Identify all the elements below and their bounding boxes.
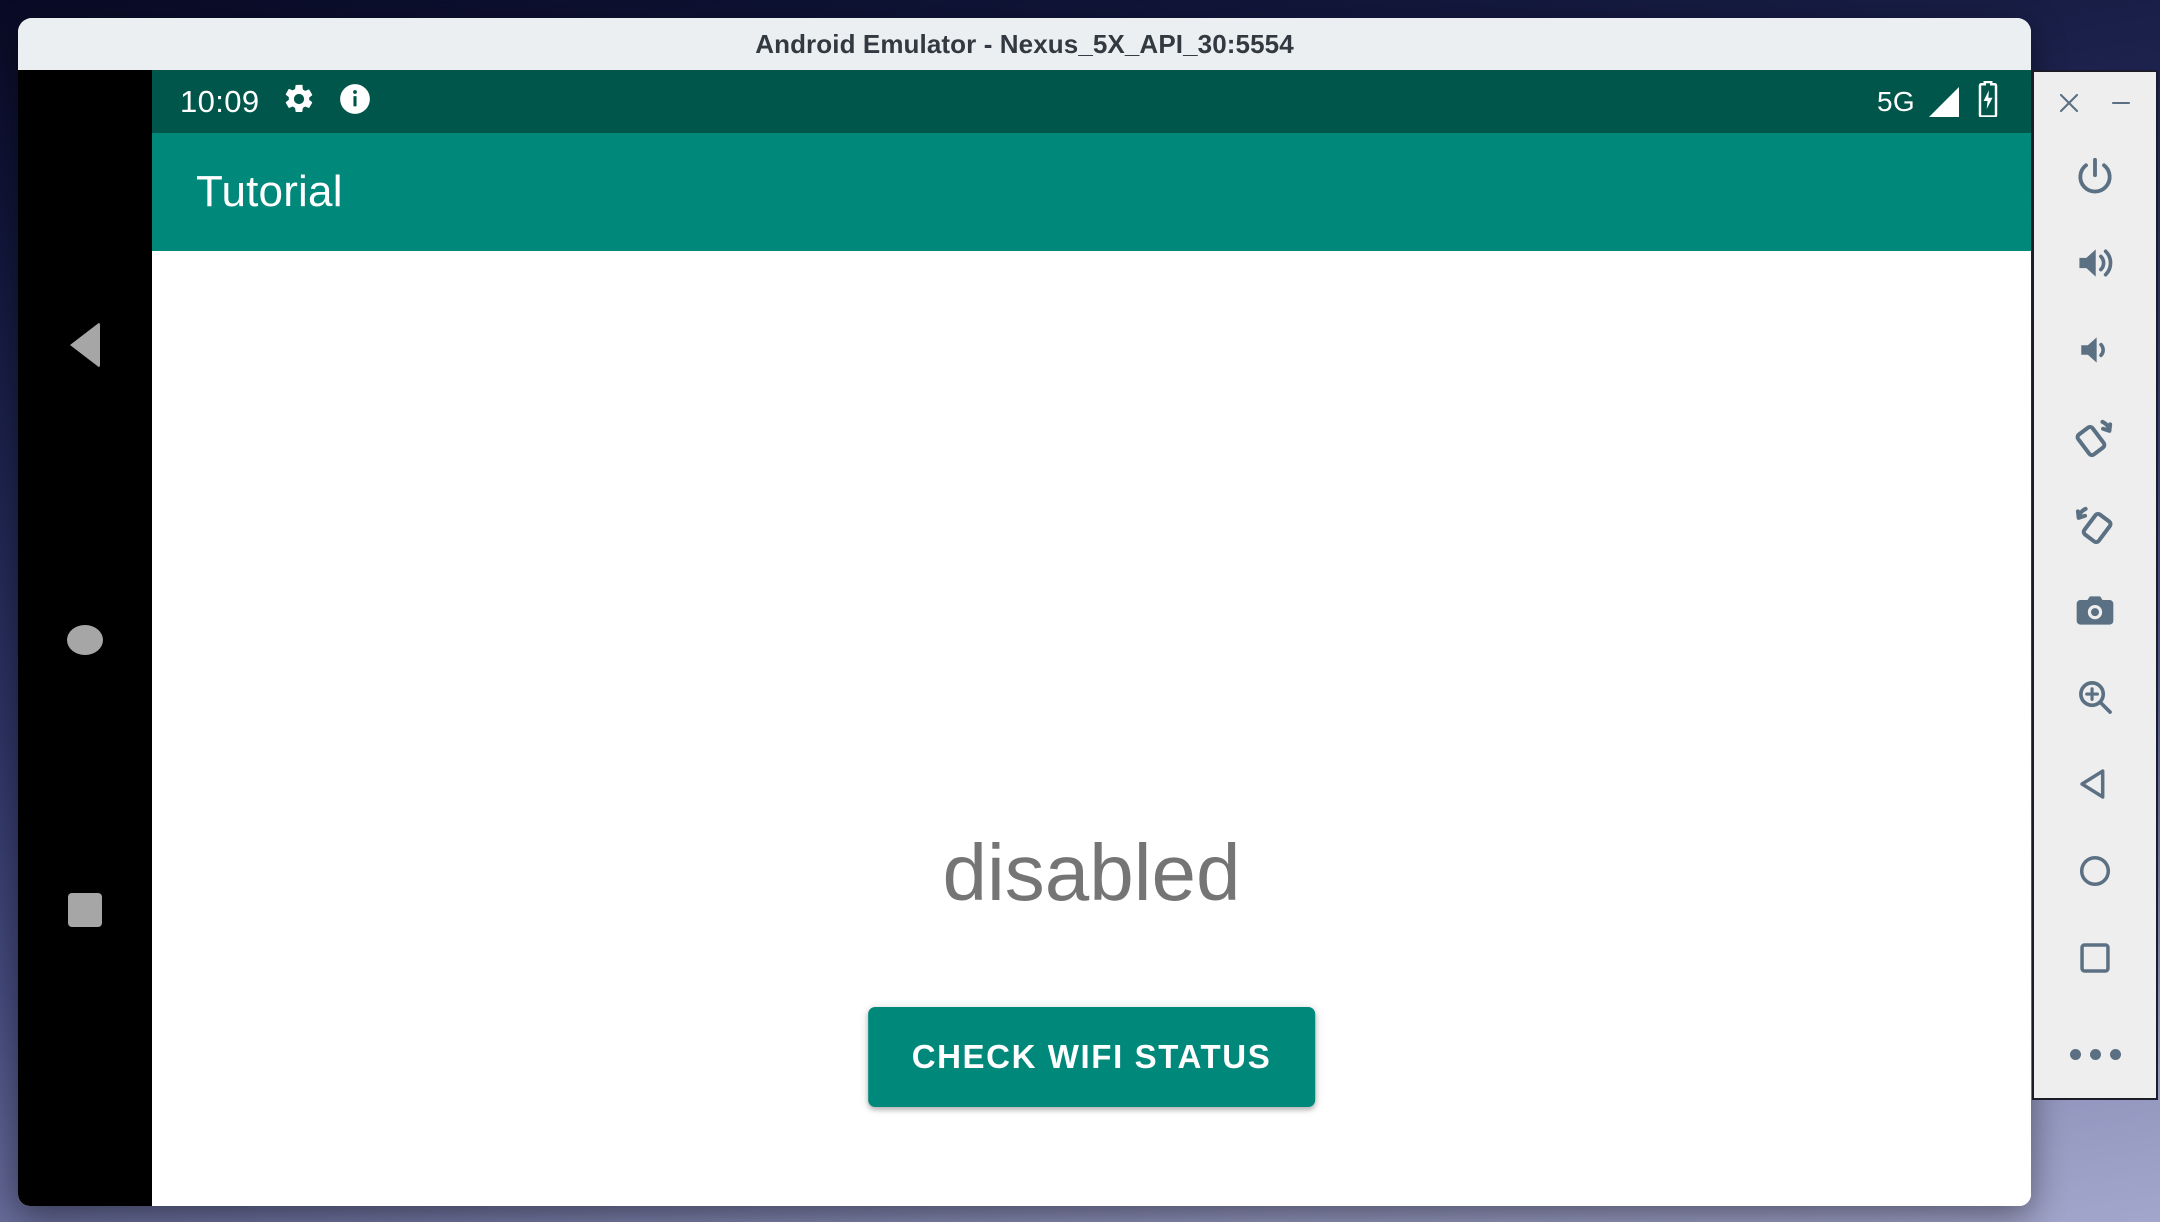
volume-up-button[interactable] [2034,220,2156,307]
check-wifi-status-button[interactable]: CHECK WIFI STATUS [867,1007,1316,1107]
toolbar-overview-button[interactable] [2034,914,2156,1001]
device-screen: 10:09 5G Tutorial disabled CHECK WIFI ST… [152,70,2031,1206]
close-icon[interactable] [2052,86,2086,120]
gear-icon [282,82,316,121]
nav-recents-button[interactable] [18,880,152,940]
rotate-left-button[interactable] [2034,394,2156,481]
toolbar-window-controls [2034,72,2156,133]
triangle-left-icon [70,322,100,368]
device-area: 10:09 5G Tutorial disabled CHECK WIFI ST… [18,70,2031,1206]
screenshot-button[interactable] [2034,567,2156,654]
zoom-button[interactable] [2034,654,2156,741]
circle-icon [67,625,103,655]
toolbar-home-button[interactable] [2034,828,2156,915]
signal-icon [1929,86,1959,117]
wifi-status-text: disabled [942,828,1241,917]
android-status-bar: 10:09 5G [152,70,2031,133]
zoom-in-icon [2073,675,2117,719]
more-dots-icon [2069,1049,2121,1061]
toolbar-more-button[interactable] [2034,1011,2156,1098]
window-titlebar[interactable]: Android Emulator - Nexus_5X_API_30:5554 [18,18,2031,70]
volume-down-icon [2073,328,2117,372]
network-type-label: 5G [1877,85,1915,117]
battery-charging-icon [1973,80,2003,122]
emulator-window: Android Emulator - Nexus_5X_API_30:5554 [18,18,2031,1206]
device-navigation-bar [18,70,152,1206]
volume-down-button[interactable] [2034,307,2156,394]
toolbar-back-button[interactable] [2034,741,2156,828]
status-bar-right-group: 5G [1877,80,2003,122]
nav-back-button[interactable] [18,315,152,375]
minimize-icon[interactable] [2104,86,2138,120]
app-bar: Tutorial [152,133,2031,251]
app-content: disabled CHECK WIFI STATUS [152,251,2031,1206]
square-icon [68,893,102,927]
triangle-left-icon [2074,763,2116,805]
camera-icon [2073,589,2117,633]
volume-up-icon [2073,241,2117,285]
emulator-side-toolbar [2032,70,2158,1100]
status-bar-left-group: 10:09 [180,82,372,121]
square-icon [2074,937,2116,979]
status-clock: 10:09 [180,83,260,119]
nav-home-button[interactable] [18,610,152,670]
power-button[interactable] [2034,133,2156,220]
window-title: Android Emulator - Nexus_5X_API_30:5554 [755,28,1294,59]
rotate-right-button[interactable] [2034,480,2156,567]
desktop-background: Android Emulator - Nexus_5X_API_30:5554 [0,0,2160,1222]
circle-icon [2074,850,2116,892]
power-icon [2073,155,2117,199]
rotate-left-icon [2072,414,2118,460]
app-bar-title: Tutorial [196,167,343,216]
rotate-right-icon [2072,501,2118,547]
info-icon [338,82,372,121]
